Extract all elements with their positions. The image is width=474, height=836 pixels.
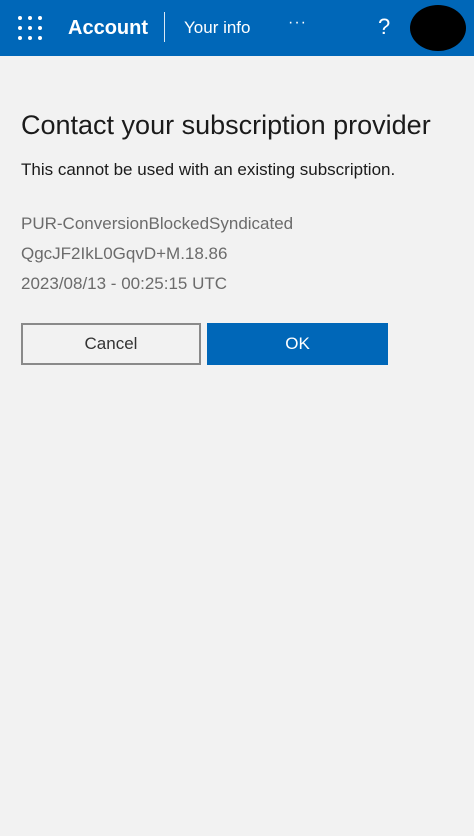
error-timestamp: 2023/08/13 - 00:25:15 UTC	[21, 274, 228, 293]
account-brand-link[interactable]: Account	[68, 15, 148, 41]
help-icon[interactable]: ?	[378, 14, 390, 40]
avatar[interactable]	[410, 5, 466, 51]
more-options-icon[interactable]: ···	[288, 12, 307, 34]
your-info-link[interactable]: Your info	[184, 17, 250, 39]
dialog-message: This cannot be used with an existing sub…	[21, 160, 396, 179]
header-divider	[164, 12, 165, 42]
dialog-title: Contact your subscription provider	[21, 110, 431, 140]
top-bar: Account Your info ··· ?	[0, 0, 474, 56]
app-launcher-icon[interactable]	[18, 16, 42, 40]
ok-button[interactable]: OK	[207, 323, 388, 365]
error-code: PUR-ConversionBlockedSyndicated	[21, 214, 294, 233]
cancel-button[interactable]: Cancel	[21, 323, 201, 365]
correlation-id: QgcJF2IkL0GqvD+M.18.86	[21, 244, 228, 263]
